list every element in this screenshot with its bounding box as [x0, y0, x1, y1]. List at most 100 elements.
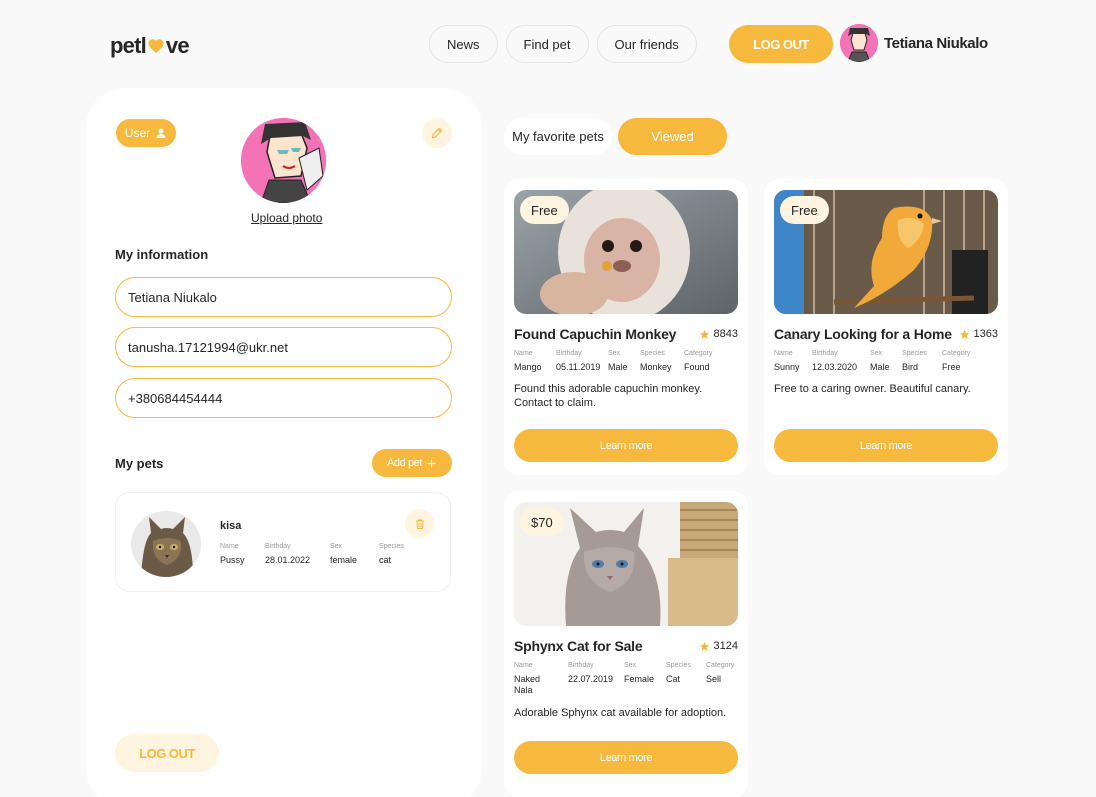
learn-more-button[interactable]: Learn more	[514, 429, 738, 462]
label: Birthday	[265, 543, 291, 550]
header-user-profile[interactable]: Tetiana Niukalo	[840, 24, 988, 62]
value: 22.07.2019	[568, 674, 614, 684]
info-category: Category Found	[684, 350, 728, 373]
header-logout-button[interactable]: LOG OUT	[729, 25, 833, 63]
info-name: Name Naked Nala	[514, 662, 568, 696]
learn-more-button[interactable]: Learn more	[774, 429, 998, 462]
logo-text-left: petl	[110, 33, 147, 58]
notice-card: Free Found Capuchin Monkey 8843 Name Mang…	[504, 179, 748, 475]
value: 12.03.2020	[812, 362, 858, 372]
delete-pet-button[interactable]	[405, 509, 434, 538]
label: Birthday	[568, 662, 594, 669]
tab-viewed[interactable]: Viewed	[618, 118, 727, 155]
notice-title: Sphynx Cat for Sale	[514, 638, 643, 654]
my-pet-card: kisa Name Pussy Birthday 28.01.2022 Sex …	[115, 492, 451, 592]
phone-field[interactable]: +380684454444	[115, 378, 452, 418]
value: Sunny	[774, 362, 800, 372]
label: Species	[666, 662, 691, 669]
info-species: Species Bird	[902, 350, 942, 373]
value: 28.01.2022	[265, 555, 311, 565]
tab-my-favorite-pets[interactable]: My favorite pets	[504, 118, 612, 155]
pet-photo	[131, 511, 201, 577]
value: Bird	[902, 362, 919, 372]
logo-text-right: ve	[165, 33, 190, 58]
info-name: Name Mango	[514, 350, 556, 373]
notice-title: Canary Looking for a Home	[774, 326, 952, 342]
logo[interactable]: petl ve	[110, 33, 190, 59]
label: Sex	[330, 543, 343, 550]
info-birthday: Birthday 05.11.2019	[556, 350, 608, 373]
notice-details: Name Mango Birthday 05.11.2019 Sex Male Spe…	[514, 350, 728, 373]
star-icon	[959, 329, 969, 339]
label: Sex	[870, 350, 883, 357]
value: Mango	[514, 362, 542, 372]
price-badge: Free	[520, 196, 569, 224]
popularity-count: 8843	[713, 328, 738, 340]
user-badge: User	[116, 119, 176, 147]
pet-name-info: Name Pussy	[220, 543, 265, 566]
pet-title: kisa	[220, 520, 242, 532]
add-pet-button[interactable]: Add pet	[372, 449, 452, 477]
label: Sex	[608, 350, 621, 357]
price-badge: Free	[780, 196, 829, 224]
value: Male	[870, 362, 890, 372]
my-pets-title: My pets	[115, 456, 164, 471]
heart-icon	[148, 39, 164, 54]
nav-find-pet-link[interactable]: Find pet	[505, 25, 589, 63]
label: Name	[514, 662, 533, 669]
info-sex: Sex Male	[870, 350, 902, 373]
upload-photo-link[interactable]: Upload photo	[251, 211, 322, 225]
notice-details: Name Sunny Birthday 12.03.2020 Sex Male Spe…	[774, 350, 986, 373]
value: Found	[684, 362, 710, 372]
value: Sell	[706, 674, 722, 684]
info-birthday: Birthday 22.07.2019	[568, 662, 624, 696]
label: Name	[220, 543, 239, 550]
header-avatar	[840, 24, 878, 62]
label: Species	[902, 350, 927, 357]
profile-avatar	[241, 118, 326, 203]
my-pet-details: Name Pussy Birthday 28.01.2022 Sex femal…	[220, 543, 419, 566]
label: Name	[514, 350, 533, 357]
value: cat	[379, 555, 392, 565]
value: Naked Nala	[514, 674, 541, 695]
label: Birthday	[556, 350, 582, 357]
learn-more-button[interactable]: Learn more	[514, 741, 738, 774]
info-category: Category Free	[942, 350, 986, 373]
popularity-count: 1363	[973, 328, 998, 340]
edit-profile-button[interactable]	[422, 118, 452, 148]
notice-title: Found Capuchin Monkey	[514, 326, 677, 342]
label: Name	[774, 350, 793, 357]
main-nav: News Find pet Our friends	[429, 25, 697, 63]
label: Birthday	[812, 350, 838, 357]
value: female	[330, 555, 358, 565]
label: Sex	[624, 662, 637, 669]
value: Male	[608, 362, 628, 372]
notice-comment: Adorable Sphynx cat available for adopti…	[514, 707, 727, 719]
nav-news-link[interactable]: News	[429, 25, 498, 63]
notice-image: Free	[514, 190, 738, 314]
value: 05.11.2019	[556, 362, 601, 372]
label: Category	[942, 350, 971, 357]
profile-logout-button[interactable]: LOG OUT	[115, 734, 219, 772]
notice-rating: 8843	[699, 328, 738, 340]
user-icon	[156, 128, 166, 138]
my-information-title: My information	[115, 247, 209, 262]
name-field[interactable]: Tetiana Niukalo	[115, 277, 452, 317]
notice-card: Free Canary Looking for a Home 1363 Name…	[764, 179, 1008, 475]
info-name: Name Sunny	[774, 350, 812, 373]
cat-photo-illustration	[131, 511, 201, 577]
pet-species-info: Species cat	[379, 543, 419, 566]
email-field[interactable]: tanusha.17121994@ukr.net	[115, 327, 452, 367]
label: Category	[684, 350, 713, 357]
add-pet-label: Add pet	[386, 457, 423, 469]
nav-our-friends-link[interactable]: Our friends	[596, 25, 697, 63]
header-user-name: Tetiana Niukalo	[884, 34, 988, 52]
avatar-illustration-large	[241, 118, 326, 203]
notice-image: Free	[774, 190, 998, 314]
notice-rating: 1363	[959, 328, 998, 340]
info-species: Species Monkey	[640, 350, 684, 373]
value: Monkey	[640, 362, 672, 372]
info-sex: Sex Male	[608, 350, 640, 373]
popularity-count: 3124	[713, 640, 738, 652]
avatar-illustration	[840, 24, 878, 62]
